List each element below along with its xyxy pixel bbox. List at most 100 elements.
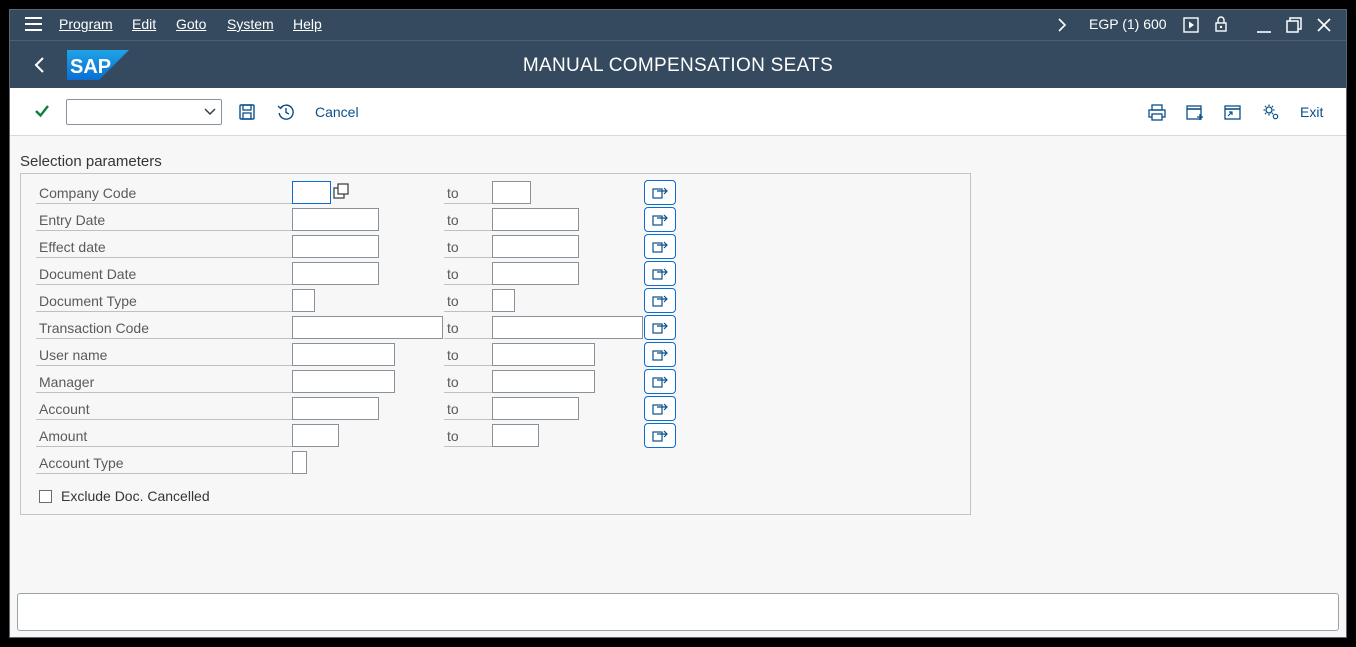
effect-date-to-input[interactable] bbox=[492, 235, 579, 258]
company-code-to-input[interactable] bbox=[492, 181, 531, 204]
row-amount: Amount to bbox=[21, 419, 970, 448]
generate-shortcut-icon[interactable] bbox=[1224, 104, 1242, 121]
manager-from-input[interactable] bbox=[292, 370, 395, 393]
to-label: to bbox=[447, 185, 459, 201]
user-name-from-input[interactable] bbox=[292, 343, 395, 366]
page-title: MANUAL COMPENSATION SEATS bbox=[522, 55, 834, 76]
entry-date-to-input[interactable] bbox=[492, 208, 579, 231]
transaction-code-to-input[interactable] bbox=[492, 316, 643, 339]
history-icon[interactable] bbox=[277, 103, 295, 121]
row-account-type: Account Type bbox=[21, 446, 970, 474]
hamburger-icon[interactable] bbox=[25, 17, 42, 31]
label-transaction-code: Transaction Code bbox=[39, 320, 149, 336]
to-label: to bbox=[447, 374, 459, 390]
exclude-cancelled-checkbox[interactable] bbox=[39, 490, 52, 503]
multiple-selection-button[interactable] bbox=[644, 288, 676, 313]
section-title: Selection parameters bbox=[20, 153, 162, 170]
to-label: to bbox=[447, 401, 459, 417]
minimize-icon[interactable] bbox=[1256, 18, 1272, 34]
amount-to-input[interactable] bbox=[492, 424, 539, 447]
account-to-input[interactable] bbox=[492, 397, 579, 420]
multiple-selection-button[interactable] bbox=[644, 180, 676, 205]
transaction-code-from-input[interactable] bbox=[292, 316, 443, 339]
row-manager: Manager to bbox=[21, 365, 970, 394]
row-transaction-code: Transaction Code to bbox=[21, 311, 970, 340]
menu-goto[interactable]: Goto bbox=[176, 16, 206, 32]
to-label: to bbox=[447, 266, 459, 282]
multiple-selection-button[interactable] bbox=[644, 423, 676, 448]
status-bar[interactable] bbox=[17, 593, 1339, 631]
multiple-selection-icon bbox=[652, 403, 668, 415]
multiple-selection-button[interactable] bbox=[644, 369, 676, 394]
label-manager: Manager bbox=[39, 374, 95, 390]
lock-icon[interactable] bbox=[1214, 15, 1228, 32]
multiple-selection-button[interactable] bbox=[644, 396, 676, 421]
application-toolbar: Cancel Exit bbox=[10, 88, 1346, 136]
row-user-name: User name to bbox=[21, 338, 970, 367]
user-name-to-input[interactable] bbox=[492, 343, 595, 366]
to-label: to bbox=[447, 320, 459, 336]
row-account: Account to bbox=[21, 392, 970, 421]
multiple-selection-icon bbox=[652, 376, 668, 388]
multiple-selection-button[interactable] bbox=[644, 315, 676, 340]
multiple-selection-button[interactable] bbox=[644, 342, 676, 367]
row-company-code: Company Code to bbox=[21, 176, 970, 205]
multiple-selection-icon bbox=[652, 241, 668, 253]
multiple-selection-icon bbox=[652, 430, 668, 442]
to-label: to bbox=[447, 293, 459, 309]
manager-to-input[interactable] bbox=[492, 370, 595, 393]
checkmark-icon[interactable] bbox=[34, 103, 50, 119]
menu-edit[interactable]: Edit bbox=[132, 16, 156, 32]
label-entry-date: Entry Date bbox=[39, 212, 106, 228]
multiple-selection-icon bbox=[652, 214, 668, 226]
sap-window: Program Edit Goto System Help EGP (1) 60… bbox=[9, 9, 1347, 638]
multiple-selection-icon bbox=[652, 268, 668, 280]
amount-from-input[interactable] bbox=[292, 424, 339, 447]
document-date-from-input[interactable] bbox=[292, 262, 379, 285]
close-icon[interactable] bbox=[1317, 18, 1331, 32]
multiple-selection-button[interactable] bbox=[644, 261, 676, 286]
label-account-type: Account Type bbox=[39, 455, 124, 471]
account-type-input[interactable] bbox=[292, 451, 307, 474]
cancel-button[interactable]: Cancel bbox=[315, 104, 359, 120]
row-document-type: Document Type to bbox=[21, 284, 970, 313]
value-help-icon[interactable] bbox=[331, 181, 351, 204]
label-document-type: Document Type bbox=[39, 293, 137, 309]
multiple-selection-icon bbox=[652, 295, 668, 307]
entry-date-from-input[interactable] bbox=[292, 208, 379, 231]
restore-icon[interactable] bbox=[1286, 17, 1302, 33]
settings-icon[interactable] bbox=[1262, 103, 1280, 121]
company-code-from-input[interactable] bbox=[292, 181, 331, 204]
exit-button[interactable]: Exit bbox=[1300, 104, 1323, 120]
menu-bar: Program Edit Goto System Help EGP (1) 60… bbox=[10, 10, 1346, 40]
label-user-name: User name bbox=[39, 347, 108, 363]
print-icon[interactable] bbox=[1148, 104, 1166, 121]
label-company-code: Company Code bbox=[39, 185, 137, 201]
menu-help[interactable]: Help bbox=[293, 16, 322, 32]
multiple-selection-button[interactable] bbox=[644, 207, 676, 232]
row-document-date: Document Date to bbox=[21, 257, 970, 286]
account-from-input[interactable] bbox=[292, 397, 379, 420]
label-account: Account bbox=[39, 401, 90, 417]
menu-system[interactable]: System bbox=[227, 16, 274, 32]
document-type-from-input[interactable] bbox=[292, 289, 315, 312]
to-label: to bbox=[447, 212, 459, 228]
command-field[interactable] bbox=[66, 99, 222, 125]
chevron-down-icon[interactable] bbox=[204, 108, 216, 116]
save-icon[interactable] bbox=[239, 104, 255, 120]
document-type-to-input[interactable] bbox=[492, 289, 515, 312]
multiple-selection-button[interactable] bbox=[644, 234, 676, 259]
to-label: to bbox=[447, 347, 459, 363]
new-window-icon[interactable] bbox=[1186, 104, 1204, 121]
multiple-selection-icon bbox=[652, 349, 668, 361]
play-icon[interactable] bbox=[1183, 17, 1199, 33]
multiple-selection-icon bbox=[652, 322, 668, 334]
selection-panel: Company Code to Entry Date to Effect dat… bbox=[20, 173, 971, 515]
label-document-date: Document Date bbox=[39, 266, 137, 282]
chevron-right-icon[interactable] bbox=[1057, 18, 1067, 32]
row-entry-date: Entry Date to bbox=[21, 203, 970, 232]
document-date-to-input[interactable] bbox=[492, 262, 579, 285]
effect-date-from-input[interactable] bbox=[292, 235, 379, 258]
menu-program[interactable]: Program bbox=[59, 16, 113, 32]
to-label: to bbox=[447, 428, 459, 444]
